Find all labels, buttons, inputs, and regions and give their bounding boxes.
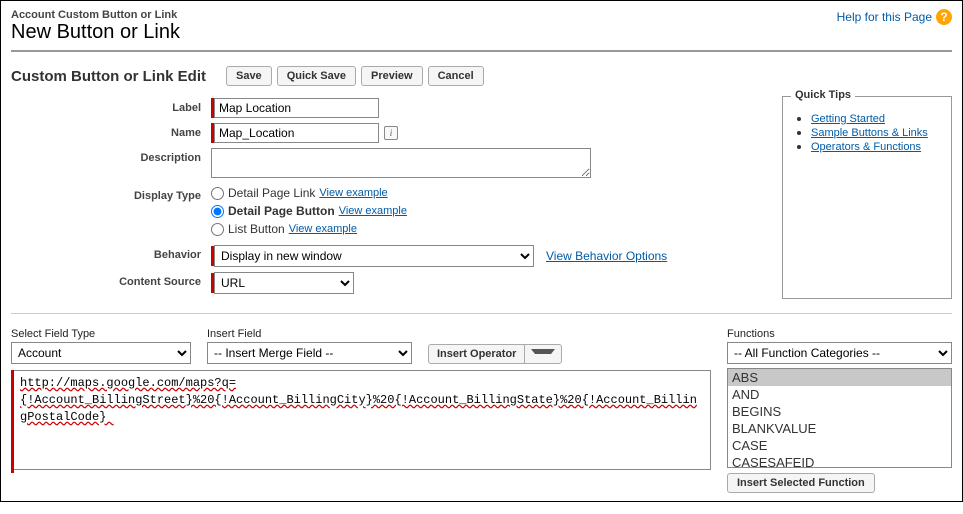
select-field-type-label: Select Field Type — [11, 328, 191, 340]
function-item[interactable]: CASESAFEID — [728, 454, 951, 468]
function-item[interactable]: ABS — [728, 369, 951, 386]
functions-category-select[interactable]: -- All Function Categories -- — [727, 342, 952, 364]
content-source-select[interactable]: URL — [214, 272, 354, 294]
label-display-type: Display Type — [11, 186, 211, 202]
label-description: Description — [11, 148, 211, 164]
help-icon: ? — [936, 9, 952, 25]
function-item[interactable]: BEGINS — [728, 403, 951, 420]
quick-tips-panel: Quick Tips Getting Started Sample Button… — [782, 96, 952, 299]
view-example-link[interactable]: View example — [289, 223, 357, 235]
insert-field-select[interactable]: -- Insert Merge Field -- — [207, 342, 412, 364]
label-content-source: Content Source — [11, 272, 211, 288]
radio-detail-page-button[interactable] — [211, 205, 224, 218]
page-title: New Button or Link — [11, 21, 180, 44]
chevron-down-icon — [524, 345, 561, 363]
save-button[interactable]: Save — [226, 66, 272, 86]
behavior-select[interactable]: Display in new window — [214, 245, 534, 267]
view-example-link[interactable]: View example — [319, 187, 387, 199]
radio-label: List Button — [228, 222, 285, 236]
description-textarea[interactable] — [211, 148, 591, 178]
label-name: Name — [11, 123, 211, 139]
radio-detail-page-link[interactable] — [211, 187, 224, 200]
breadcrumb: Account Custom Button or Link — [11, 9, 180, 21]
view-behavior-options-link[interactable]: View Behavior Options — [546, 249, 667, 263]
quick-tip-link-sample-buttons[interactable]: Sample Buttons & Links — [811, 127, 928, 139]
radio-label: Detail Page Link — [228, 186, 315, 200]
required-marker — [11, 370, 14, 473]
radio-list-button[interactable] — [211, 223, 224, 236]
quick-tip-link-getting-started[interactable]: Getting Started — [811, 113, 885, 125]
radio-label: Detail Page Button — [228, 204, 335, 218]
quick-save-button[interactable]: Quick Save — [277, 66, 356, 86]
label-behavior: Behavior — [11, 245, 211, 261]
section-title: Custom Button or Link Edit — [11, 68, 206, 85]
function-item[interactable]: AND — [728, 386, 951, 403]
function-item[interactable]: BLANKVALUE — [728, 420, 951, 437]
functions-label: Functions — [727, 328, 952, 340]
function-item[interactable]: CASE — [728, 437, 951, 454]
name-input[interactable] — [214, 123, 379, 143]
select-field-type[interactable]: Account — [11, 342, 191, 364]
preview-button[interactable]: Preview — [361, 66, 423, 86]
label-label: Label — [11, 98, 211, 114]
insert-operator-button[interactable]: Insert Operator — [428, 344, 562, 364]
label-input[interactable] — [214, 98, 379, 118]
formula-textarea[interactable]: http://maps.google.com/maps?q={!Account_… — [11, 370, 711, 470]
functions-listbox[interactable]: ABS AND BEGINS BLANKVALUE CASE CASESAFEI… — [727, 368, 952, 468]
insert-field-label: Insert Field — [207, 328, 412, 340]
cancel-button[interactable]: Cancel — [428, 66, 484, 86]
view-example-link[interactable]: View example — [339, 205, 407, 217]
quick-tips-title: Quick Tips — [791, 89, 855, 101]
help-for-page-link[interactable]: Help for this Page ? — [837, 9, 952, 25]
quick-tip-link-operators[interactable]: Operators & Functions — [811, 141, 921, 153]
insert-selected-function-button[interactable]: Insert Selected Function — [727, 473, 875, 493]
info-icon[interactable]: i — [384, 126, 398, 140]
